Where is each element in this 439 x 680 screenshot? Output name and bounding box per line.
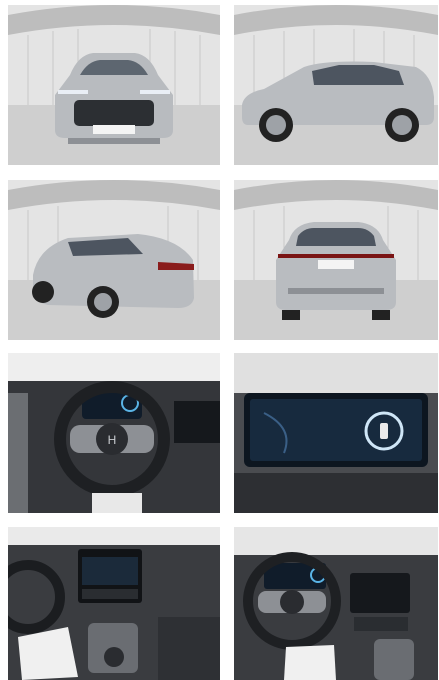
car-rear-image	[234, 180, 438, 340]
gallery-photo-side[interactable]: side-exterior	[234, 5, 438, 165]
screen-closeup-image	[234, 353, 438, 513]
gallery-photo-interior[interactable]: interior-steering-console	[234, 527, 438, 680]
gallery-photo-front[interactable]: front-exterior	[8, 5, 220, 165]
dashboard-image: H	[8, 353, 220, 513]
gallery-photo-screen[interactable]: infotainment-screen-closeup	[234, 353, 438, 513]
center-console-image	[8, 527, 220, 680]
gallery-photo-rear-three-quarter[interactable]: rear-three-quarter-exterior	[8, 180, 220, 340]
svg-text:H: H	[108, 433, 117, 447]
car-front-image	[8, 5, 220, 165]
gallery-photo-rear[interactable]: rear-exterior	[234, 180, 438, 340]
car-rear-quarter-image	[8, 180, 220, 340]
photo-gallery: front-exterior side-exterior	[0, 0, 439, 680]
car-side-image	[234, 5, 438, 165]
interior-image	[234, 527, 438, 680]
gallery-photo-dashboard[interactable]: H dashboard-steering-wheel	[8, 353, 220, 513]
gallery-photo-console[interactable]: center-console	[8, 527, 220, 680]
